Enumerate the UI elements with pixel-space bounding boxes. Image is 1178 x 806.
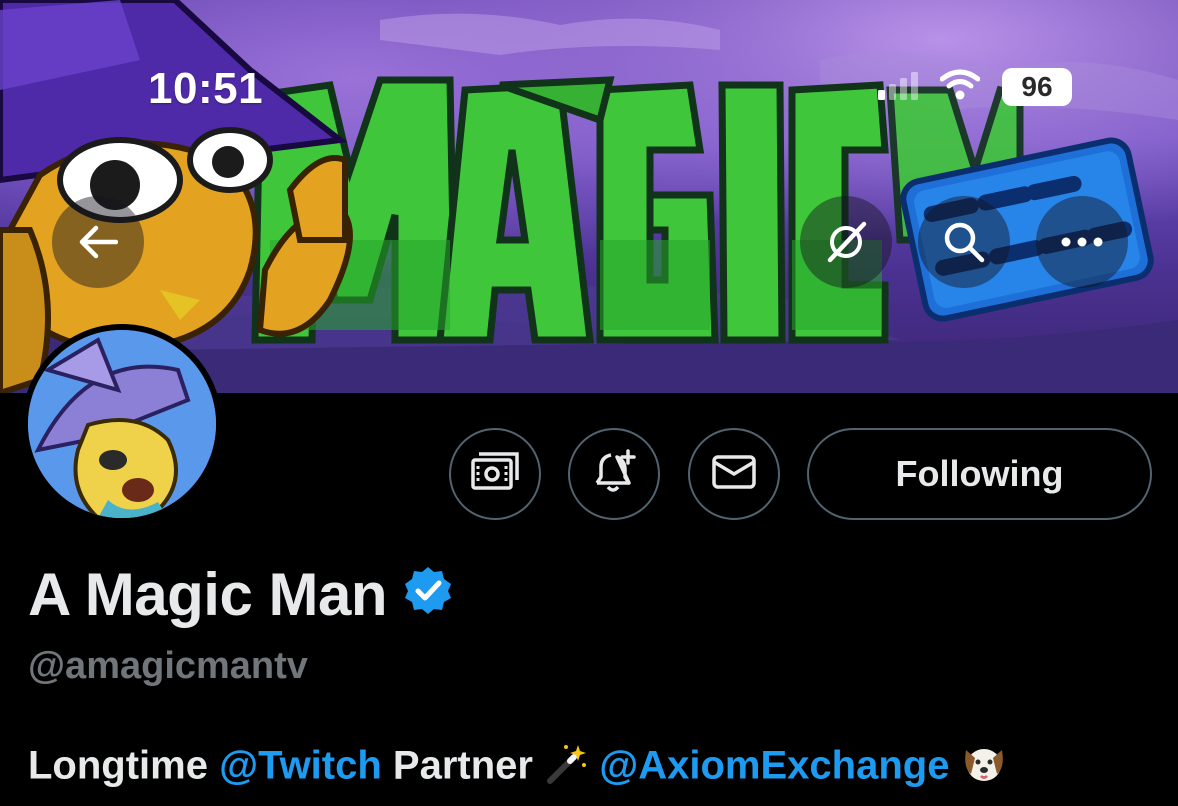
grok-icon: [824, 220, 868, 264]
status-time: 10:51: [148, 64, 264, 113]
more-options-button[interactable]: [1036, 196, 1128, 288]
bell-plus-icon: [591, 448, 637, 500]
display-name-row: A Magic Man: [28, 560, 453, 629]
search-icon: [942, 220, 986, 264]
envelope-icon: [711, 454, 757, 495]
arrow-left-icon: [78, 224, 118, 260]
wifi-icon: [939, 69, 981, 106]
mention-link-axiomexchange[interactable]: @AxiomExchange: [599, 744, 949, 788]
magic-wand-icon: [544, 741, 588, 795]
notifications-button[interactable]: [568, 428, 660, 520]
status-icons: 96: [878, 68, 1072, 106]
bio-text: Partner: [381, 743, 545, 788]
following-button[interactable]: Following: [807, 428, 1152, 520]
back-button[interactable]: [52, 196, 144, 288]
profile-banner[interactable]: 10:51 96: [0, 0, 1178, 393]
cell-signal-icon: [878, 70, 918, 105]
mention-link-twitch[interactable]: @Twitch: [219, 744, 382, 788]
bio-text: Longtime: [28, 743, 220, 788]
message-button[interactable]: [688, 428, 780, 520]
banner-artwork: [0, 0, 1178, 393]
avatar[interactable]: [22, 324, 222, 524]
subscribe-button[interactable]: [449, 428, 541, 520]
battery-indicator: 96: [1002, 68, 1072, 106]
user-handle: @amagicmantv: [28, 645, 308, 687]
grok-button[interactable]: [800, 196, 892, 288]
dog-face-icon: [961, 740, 1007, 796]
search-button[interactable]: [918, 196, 1010, 288]
money-icon: [470, 451, 520, 497]
verified-badge-icon[interactable]: [403, 560, 453, 629]
avatar-image: [28, 330, 216, 518]
profile-page: 10:51 96 Following A Magic Man @amagicma…: [0, 0, 1178, 806]
display-name: A Magic Man: [28, 561, 387, 628]
more-horizontal-icon: [1060, 236, 1104, 248]
profile-bio: Longtime @Twitch Partner @AxiomExchange: [28, 740, 1007, 796]
